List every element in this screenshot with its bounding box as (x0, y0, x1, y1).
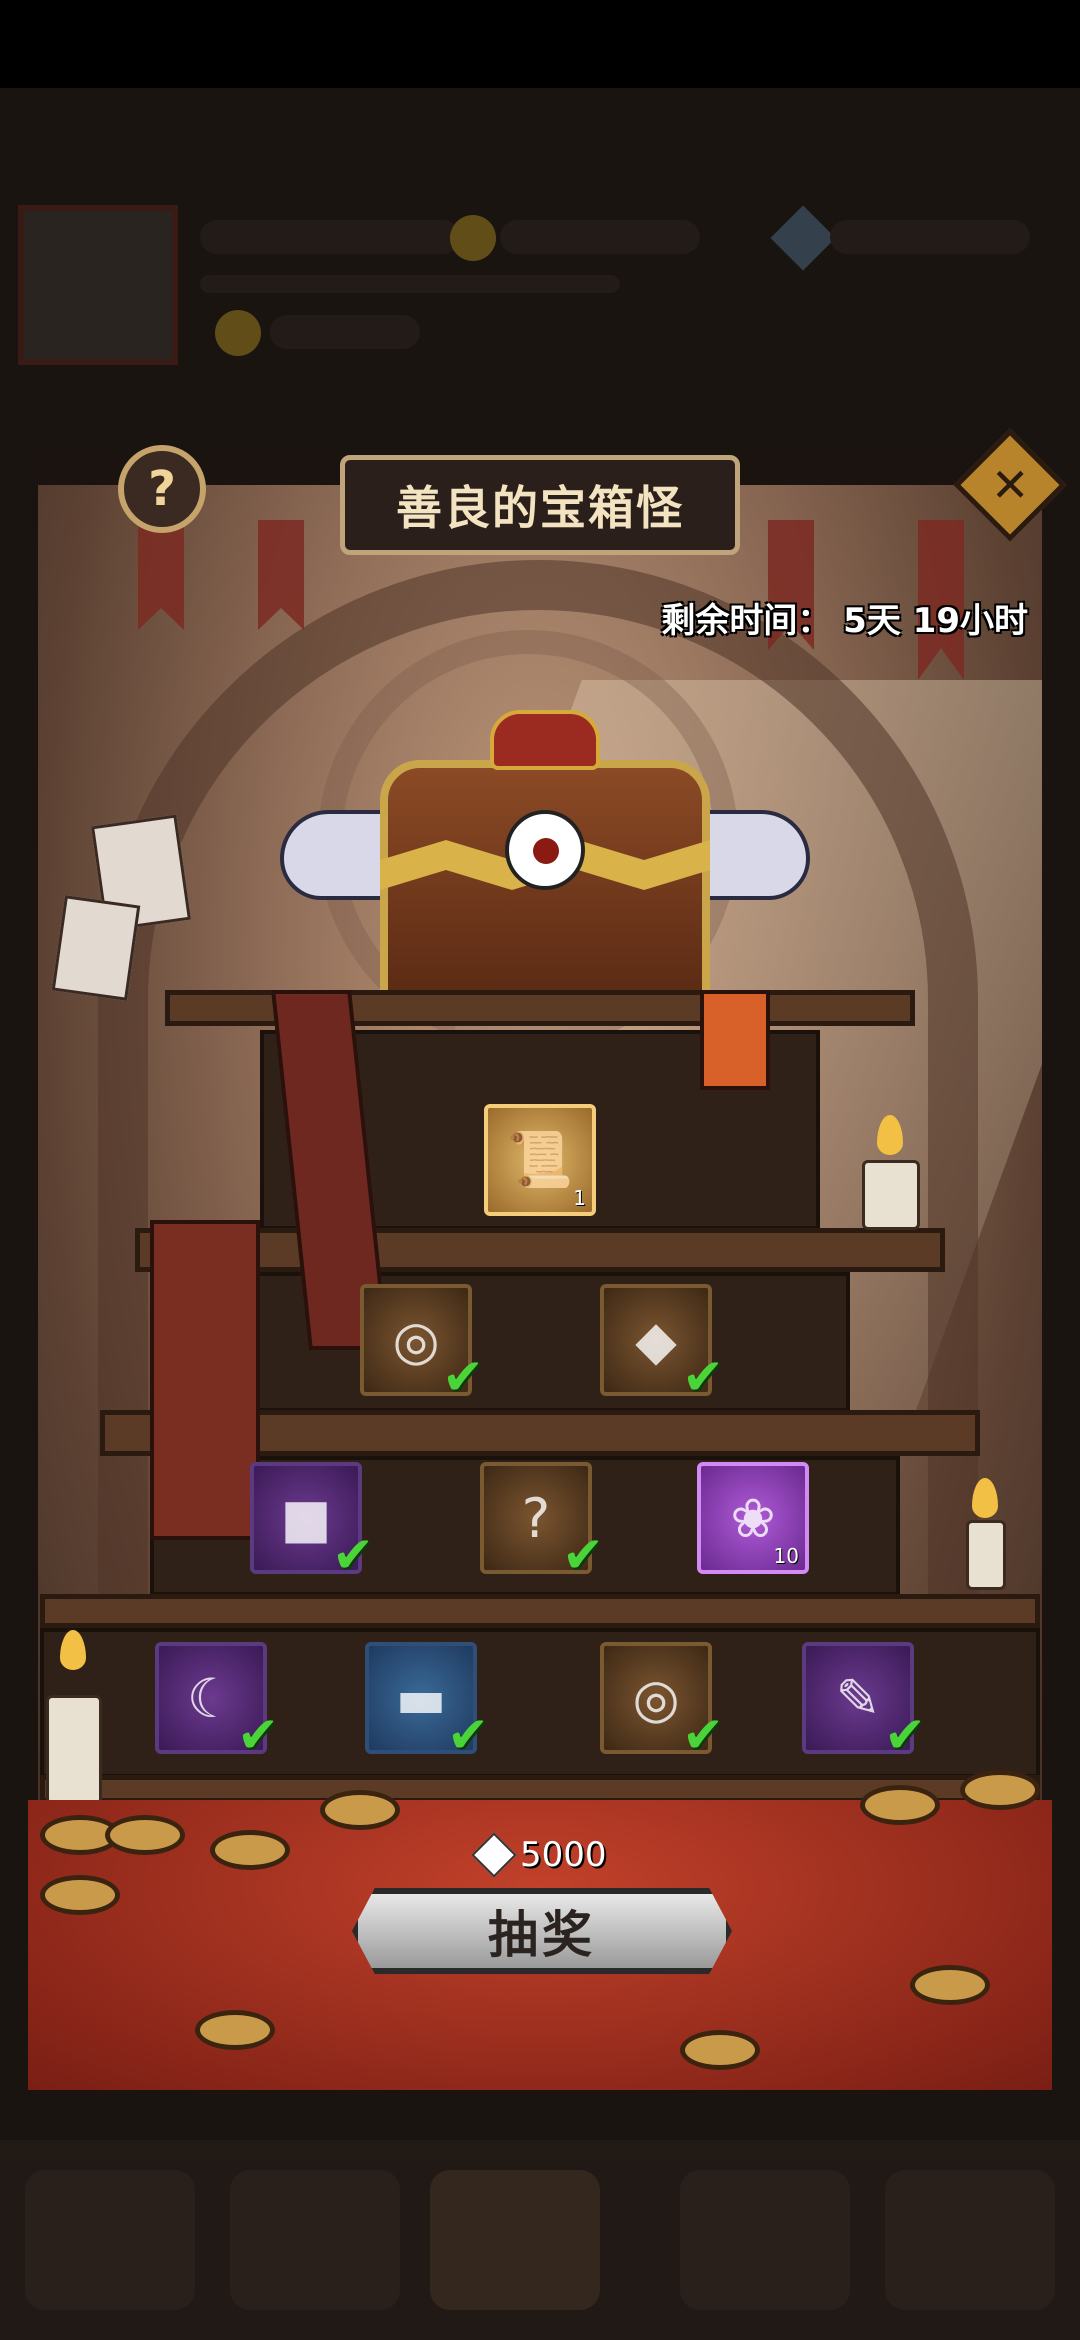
reward-slot[interactable]: ▬ ✔ (365, 1642, 489, 1764)
coin-icon (450, 215, 496, 261)
wing-icon (700, 810, 810, 900)
claimed-check-icon: ✔ (682, 1706, 724, 1764)
draw-button[interactable]: 抽奖 (352, 1888, 732, 1974)
gem-icon (770, 205, 836, 271)
claimed-check-icon: ✔ (447, 1706, 489, 1764)
draw-button-label: 抽奖 (488, 1906, 596, 1964)
shelf-tier-4 (40, 1594, 1040, 1628)
gold-coin (320, 1790, 400, 1830)
reward-slot[interactable]: ◎ ✔ (360, 1284, 484, 1406)
claimed-check-icon: ✔ (884, 1706, 926, 1764)
scroll-icon: ✎ (835, 1666, 881, 1730)
remaining-time: 剩余时间： 5天 19小时 (661, 601, 1028, 641)
gold-coin (105, 1815, 185, 1855)
draw-cost-value: 5000 (520, 1835, 607, 1875)
reward-slot[interactable]: ◎ ✔ (600, 1642, 724, 1764)
reward-slot[interactable]: ❀ 10 (697, 1462, 809, 1574)
exp-bar (200, 275, 620, 293)
mystery-icon: ? (521, 1486, 551, 1550)
reward-slot[interactable]: 📜 1 (484, 1104, 596, 1216)
background-hud (10, 200, 1070, 370)
reward-slot[interactable]: ■ ✔ (250, 1462, 374, 1584)
reward-slot[interactable]: ☾ ✔ (155, 1642, 279, 1764)
red-cloth (150, 1220, 260, 1540)
banner (138, 520, 184, 630)
name-bar (200, 220, 460, 254)
gold-coin (860, 1785, 940, 1825)
gold-coin (680, 2030, 760, 2070)
status-bar (0, 0, 1080, 88)
mimic-chest-icon (280, 690, 810, 1010)
box-icon: ■ (280, 1486, 332, 1550)
nav-slot (230, 2170, 400, 2310)
coin-bar (500, 220, 700, 254)
banner (258, 520, 304, 630)
nav-slot (25, 2170, 195, 2310)
energy-bar (270, 315, 420, 349)
bottom-nav (0, 2140, 1080, 2340)
claimed-check-icon: ✔ (682, 1348, 724, 1406)
energy-icon (215, 310, 261, 356)
reward-slot[interactable]: ? ✔ (480, 1462, 604, 1584)
claimed-check-icon: ✔ (562, 1526, 604, 1584)
diamond-icon (471, 1832, 517, 1878)
claimed-check-icon: ✔ (237, 1706, 279, 1764)
gem-box-icon: ◆ (635, 1308, 677, 1372)
compass-icon: ◎ (392, 1308, 440, 1372)
reward-quantity: 10 (773, 1544, 799, 1568)
claimed-check-icon: ✔ (332, 1526, 374, 1584)
close-icon: ✕ (990, 457, 1030, 512)
help-button[interactable]: ? (118, 445, 206, 533)
gold-coin (910, 1965, 990, 2005)
claimed-check-icon: ✔ (442, 1348, 484, 1406)
candle (862, 1160, 920, 1230)
gold-coin (40, 1875, 120, 1915)
reward-quantity: 1 (573, 1186, 586, 1210)
nav-slot (430, 2170, 600, 2310)
player-avatar (18, 205, 178, 365)
eye-icon (505, 810, 585, 890)
gold-coin (960, 1770, 1040, 1810)
charm-icon: ❀ (730, 1486, 776, 1550)
candle (46, 1695, 102, 1805)
nav-slot (680, 2170, 850, 2310)
reward-slot[interactable]: ◆ ✔ (600, 1284, 724, 1406)
help-icon: ? (148, 461, 176, 517)
modal-title: 善良的宝箱怪 (396, 481, 684, 535)
candle (966, 1520, 1006, 1590)
book-icon: ▬ (395, 1666, 447, 1730)
reward-slot[interactable]: ✎ ✔ (802, 1642, 926, 1764)
modal-title-plate: 善良的宝箱怪 (340, 455, 740, 555)
wanted-poster (51, 895, 141, 1001)
gold-coin (195, 2010, 275, 2050)
scroll-icon: 📜 (506, 1128, 574, 1191)
compass-icon: ◎ (632, 1666, 680, 1730)
crown-icon (490, 710, 600, 770)
gold-coin (210, 1830, 290, 1870)
orange-flag (700, 990, 770, 1090)
amulet-icon: ☾ (186, 1666, 236, 1730)
nav-slot (885, 2170, 1055, 2310)
gem-bar (830, 220, 1030, 254)
draw-cost: 5000 (471, 1832, 607, 1878)
wing-icon (280, 810, 390, 900)
